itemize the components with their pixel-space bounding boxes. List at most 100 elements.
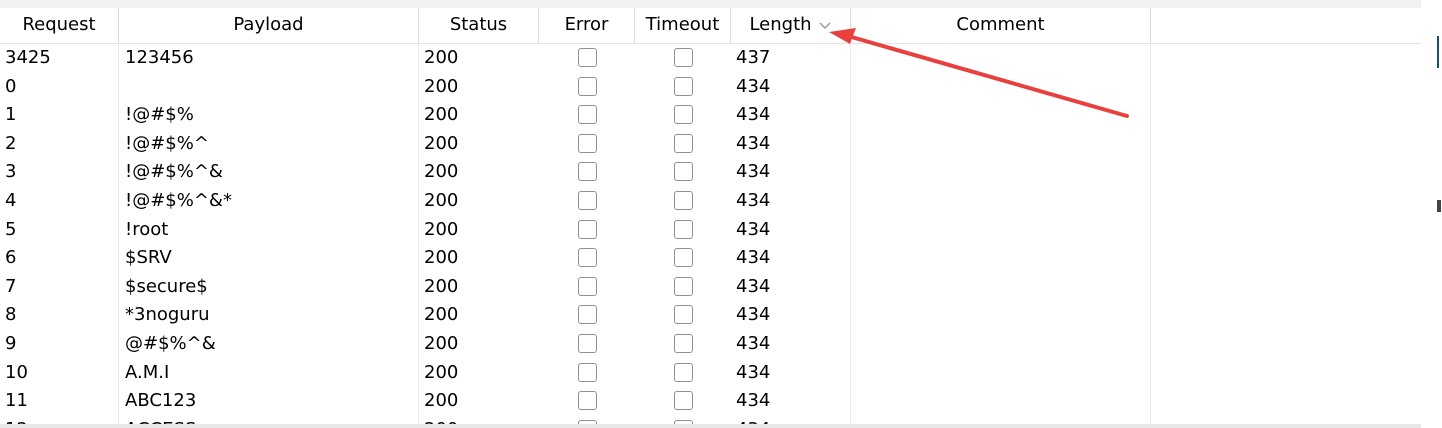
horizontal-scrollbar[interactable]: [0, 424, 1421, 428]
chevron-down-icon[interactable]: [818, 18, 832, 32]
payload-cell: !@#$%: [125, 104, 194, 126]
table-row[interactable]: 4 !@#$%^&* 200 434: [0, 187, 1421, 216]
status-cell: 200: [424, 161, 459, 183]
error-checkbox[interactable]: [578, 362, 597, 382]
timeout-checkbox[interactable]: [674, 76, 693, 96]
column-header-payload-label: Payload: [233, 14, 304, 35]
table-row[interactable]: 1 !@#$% 200 434: [0, 101, 1421, 130]
timeout-checkbox[interactable]: [674, 362, 693, 382]
payload-cell: !@#$%^: [125, 132, 209, 154]
payload-cell: $secure$: [125, 275, 208, 297]
payload-cell: !@#$%^&*: [125, 189, 232, 211]
error-checkbox[interactable]: [578, 305, 597, 325]
column-header-comment[interactable]: Comment: [851, 8, 1151, 43]
timeout-checkbox[interactable]: [674, 391, 693, 411]
table-row[interactable]: 3425 123456 200 437: [0, 44, 1421, 73]
length-cell: 434: [736, 75, 771, 97]
table-row[interactable]: 10 A.M.I 200 434: [0, 359, 1421, 388]
timeout-checkbox[interactable]: [674, 276, 693, 296]
payload-cell: 123456: [125, 47, 194, 68]
request-cell: 5: [5, 218, 17, 240]
results-table: Request Payload Status Error Timeout Len…: [0, 8, 1421, 428]
table-row[interactable]: 6 $SRV 200 434: [0, 244, 1421, 273]
column-header-payload[interactable]: Payload: [119, 8, 419, 43]
request-cell: 3: [5, 161, 17, 183]
column-header-request[interactable]: Request: [0, 8, 119, 43]
status-cell: 200: [424, 132, 459, 154]
table-header: Request Payload Status Error Timeout Len…: [0, 8, 1421, 44]
status-cell: 200: [424, 247, 459, 269]
length-cell: 434: [736, 132, 771, 154]
table-row[interactable]: 11 ABC123 200 434: [0, 387, 1421, 416]
status-cell: 200: [424, 75, 459, 97]
request-cell: 1: [5, 104, 17, 126]
table-row[interactable]: 2 !@#$%^ 200 434: [0, 130, 1421, 159]
status-cell: 200: [424, 332, 459, 354]
table-row[interactable]: 3 !@#$%^& 200 434: [0, 158, 1421, 187]
column-header-timeout[interactable]: Timeout: [635, 8, 731, 43]
payload-cell: *3noguru: [125, 304, 210, 326]
request-cell: 10: [5, 361, 28, 383]
column-header-timeout-label: Timeout: [645, 14, 720, 35]
timeout-checkbox[interactable]: [674, 248, 693, 268]
timeout-checkbox[interactable]: [674, 190, 693, 210]
request-cell: 0: [5, 75, 17, 97]
status-cell: 200: [424, 104, 459, 126]
timeout-checkbox[interactable]: [674, 48, 693, 67]
status-cell: 200: [424, 218, 459, 240]
payload-cell: [119, 73, 418, 102]
column-header-error[interactable]: Error: [539, 8, 635, 43]
intruder-results-view: Request Payload Status Error Timeout Len…: [0, 0, 1442, 428]
payload-cell: A.M.I: [125, 361, 170, 383]
payload-cell: @#$%^&: [125, 332, 216, 354]
length-cell: 434: [736, 161, 771, 183]
error-checkbox[interactable]: [578, 105, 597, 125]
error-checkbox[interactable]: [578, 162, 597, 182]
timeout-checkbox[interactable]: [674, 162, 693, 182]
error-checkbox[interactable]: [578, 76, 597, 96]
error-checkbox[interactable]: [578, 333, 597, 353]
length-cell: 434: [736, 275, 771, 297]
timeout-checkbox[interactable]: [674, 133, 693, 153]
timeout-checkbox[interactable]: [674, 333, 693, 353]
error-checkbox[interactable]: [578, 276, 597, 296]
request-cell: 3425: [5, 47, 51, 68]
column-header-status[interactable]: Status: [419, 8, 539, 43]
column-header-request-label: Request: [22, 14, 96, 35]
window-edge-marker: [1437, 36, 1439, 68]
column-header-length[interactable]: Length: [731, 8, 851, 43]
payload-cell: $SRV: [125, 247, 172, 269]
error-checkbox[interactable]: [578, 48, 597, 67]
status-cell: 200: [424, 189, 459, 211]
timeout-checkbox[interactable]: [674, 305, 693, 325]
table-row[interactable]: 8 *3noguru 200 434: [0, 301, 1421, 330]
length-cell: 437: [736, 47, 771, 68]
error-checkbox[interactable]: [578, 248, 597, 268]
length-cell: 434: [736, 104, 771, 126]
column-header-filler: [1151, 8, 1421, 43]
table-row[interactable]: 7 $secure$ 200 434: [0, 273, 1421, 302]
table-body: 3425 123456 200 437 0 200 434 1 !@#$% 200 434 2 !@#$…: [0, 44, 1421, 428]
error-checkbox[interactable]: [578, 391, 597, 411]
timeout-checkbox[interactable]: [674, 219, 693, 239]
request-cell: 9: [5, 332, 17, 354]
length-cell: 434: [736, 218, 771, 240]
error-checkbox[interactable]: [578, 190, 597, 210]
column-header-error-label: Error: [564, 14, 609, 35]
request-cell: 7: [5, 275, 17, 297]
length-cell: 434: [736, 189, 771, 211]
length-cell: 434: [736, 247, 771, 269]
request-cell: 11: [5, 390, 28, 412]
table-row[interactable]: 5 !root 200 434: [0, 216, 1421, 245]
error-checkbox[interactable]: [578, 133, 597, 153]
request-cell: 8: [5, 304, 17, 326]
column-header-status-label: Status: [449, 14, 508, 35]
column-header-length-label: Length: [749, 14, 812, 35]
error-checkbox[interactable]: [578, 219, 597, 239]
table-row[interactable]: 9 @#$%^& 200 434: [0, 330, 1421, 359]
status-cell: 200: [424, 47, 459, 68]
length-cell: 434: [736, 332, 771, 354]
timeout-checkbox[interactable]: [674, 105, 693, 125]
table-row[interactable]: 0 200 434: [0, 73, 1421, 102]
request-cell: 4: [5, 189, 17, 211]
